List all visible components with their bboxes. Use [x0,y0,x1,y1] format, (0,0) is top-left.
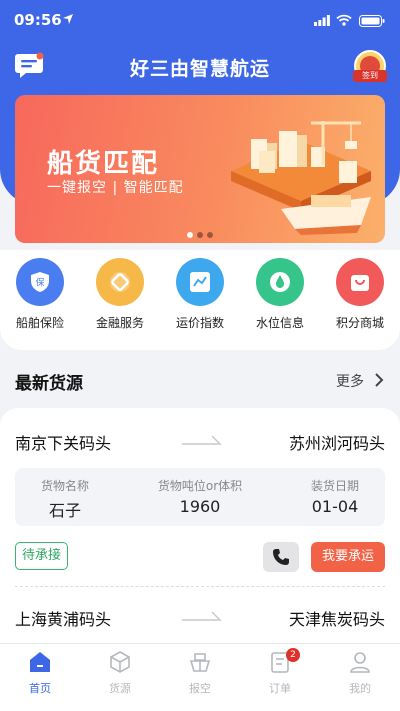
goods-column: 货物名称 石子 [15,477,115,521]
promo-banner[interactable]: 船货匹配 一键报空 | 智能匹配 [15,95,385,243]
location-arrow-icon [63,14,73,24]
cargo-info: 货物名称 石子 货物吨位or体积 1960 装货日期 01-04 [15,468,385,526]
section-title: 最新货源 [15,374,83,394]
user-icon [350,652,370,673]
tab-label: 我的 [349,682,371,695]
tab-label: 首页 [29,682,51,695]
tab-label: 货源 [109,682,131,695]
quick-item-label: 积分商城 [335,316,384,330]
goods-value: 石子 [48,501,81,520]
quick-item-points-mall[interactable]: 积分商城 [320,258,400,331]
tab-home[interactable]: 首页 [10,650,70,696]
notification-badge: 2 [286,648,300,662]
checkin-button[interactable]: 签到 [353,50,387,82]
pagination-dot[interactable] [187,232,193,238]
quick-item-water-level[interactable]: 水位信息 [240,258,320,331]
shopping-bag-icon [336,258,384,306]
navigation-bar: 好三由智慧航运 签到 [0,44,400,88]
phone-icon [273,549,289,565]
box-icon [110,651,130,673]
carry-button[interactable]: 我要承运 [311,542,385,572]
arrow-right-icon [182,611,222,621]
shield-icon: 保 [16,258,64,306]
banner-title: 船货匹配 [47,149,160,179]
banner-subtitle: 一键报空 | 智能匹配 [47,180,184,196]
call-button[interactable] [263,542,299,572]
port-illustration-icon [231,121,371,235]
wifi-icon [336,14,352,26]
pagination-dot[interactable] [207,232,213,238]
tonnage-column: 货物吨位or体积 1960 [140,477,260,516]
banner-pagination [15,223,385,242]
signal-icon [314,15,330,26]
quick-item-insurance[interactable]: 保 船舶保险 [0,258,80,331]
battery-icon [359,15,385,27]
quick-menu: 保 船舶保险 金融服务 运价指数 水位信息 积分商城 [0,250,400,350]
origin-port: 上海黄浦码头 [15,610,112,629]
tab-profile[interactable]: 我的 [330,650,390,696]
page-title: 好三由智慧航运 [129,58,270,80]
chevron-right-icon[interactable] [373,372,385,388]
date-column: 装货日期 01-04 [285,477,385,516]
tab-orders[interactable]: 2 订单 [250,648,310,696]
cargo-list: 南京下关码头 苏州浏河码头 货物名称 石子 货物吨位or体积 1960 装货日期… [0,408,400,658]
section-header: 最新货源 更多 [0,360,400,400]
status-bar: 09:56 [0,0,400,40]
status-badge: 待承接 [15,542,69,570]
quick-item-label: 水位信息 [255,316,304,330]
quick-item-finance[interactable]: 金融服务 [80,258,160,331]
arrow-right-icon [182,435,222,445]
ship-icon [189,653,211,672]
status-time: 09:56 [14,11,62,29]
origin-port: 南京下关码头 [15,434,112,453]
pagination-dot[interactable] [197,232,203,238]
destination-port: 苏州浏河码头 [288,434,385,453]
quick-item-label: 船舶保险 [15,316,64,330]
tab-report-space[interactable]: 报空 [170,650,230,696]
tab-bar: 首页 货源 报空 2 订单 我的 [0,643,400,711]
tab-cargo[interactable]: 货源 [90,650,150,696]
water-drop-icon [256,258,304,306]
chart-icon [176,258,224,306]
quick-item-freight-index[interactable]: 运价指数 [160,258,240,331]
coin-icon [96,258,144,306]
divider [15,586,385,587]
home-icon [30,652,50,672]
tab-label: 订单 [269,682,291,695]
svg-text:保: 保 [35,277,44,289]
quick-item-label: 金融服务 [95,316,144,330]
tonnage-value: 1960 [179,497,221,516]
destination-port: 天津焦炭码头 [288,610,385,629]
tonnage-label: 货物吨位or体积 [157,479,243,493]
date-label: 装货日期 [310,479,359,493]
tab-label: 报空 [189,682,211,695]
checkin-label: 签到 [353,70,387,82]
more-link[interactable]: 更多 [336,371,364,391]
quick-item-label: 运价指数 [175,316,224,330]
date-value: 01-04 [311,497,359,516]
goods-label: 货物名称 [40,479,89,493]
